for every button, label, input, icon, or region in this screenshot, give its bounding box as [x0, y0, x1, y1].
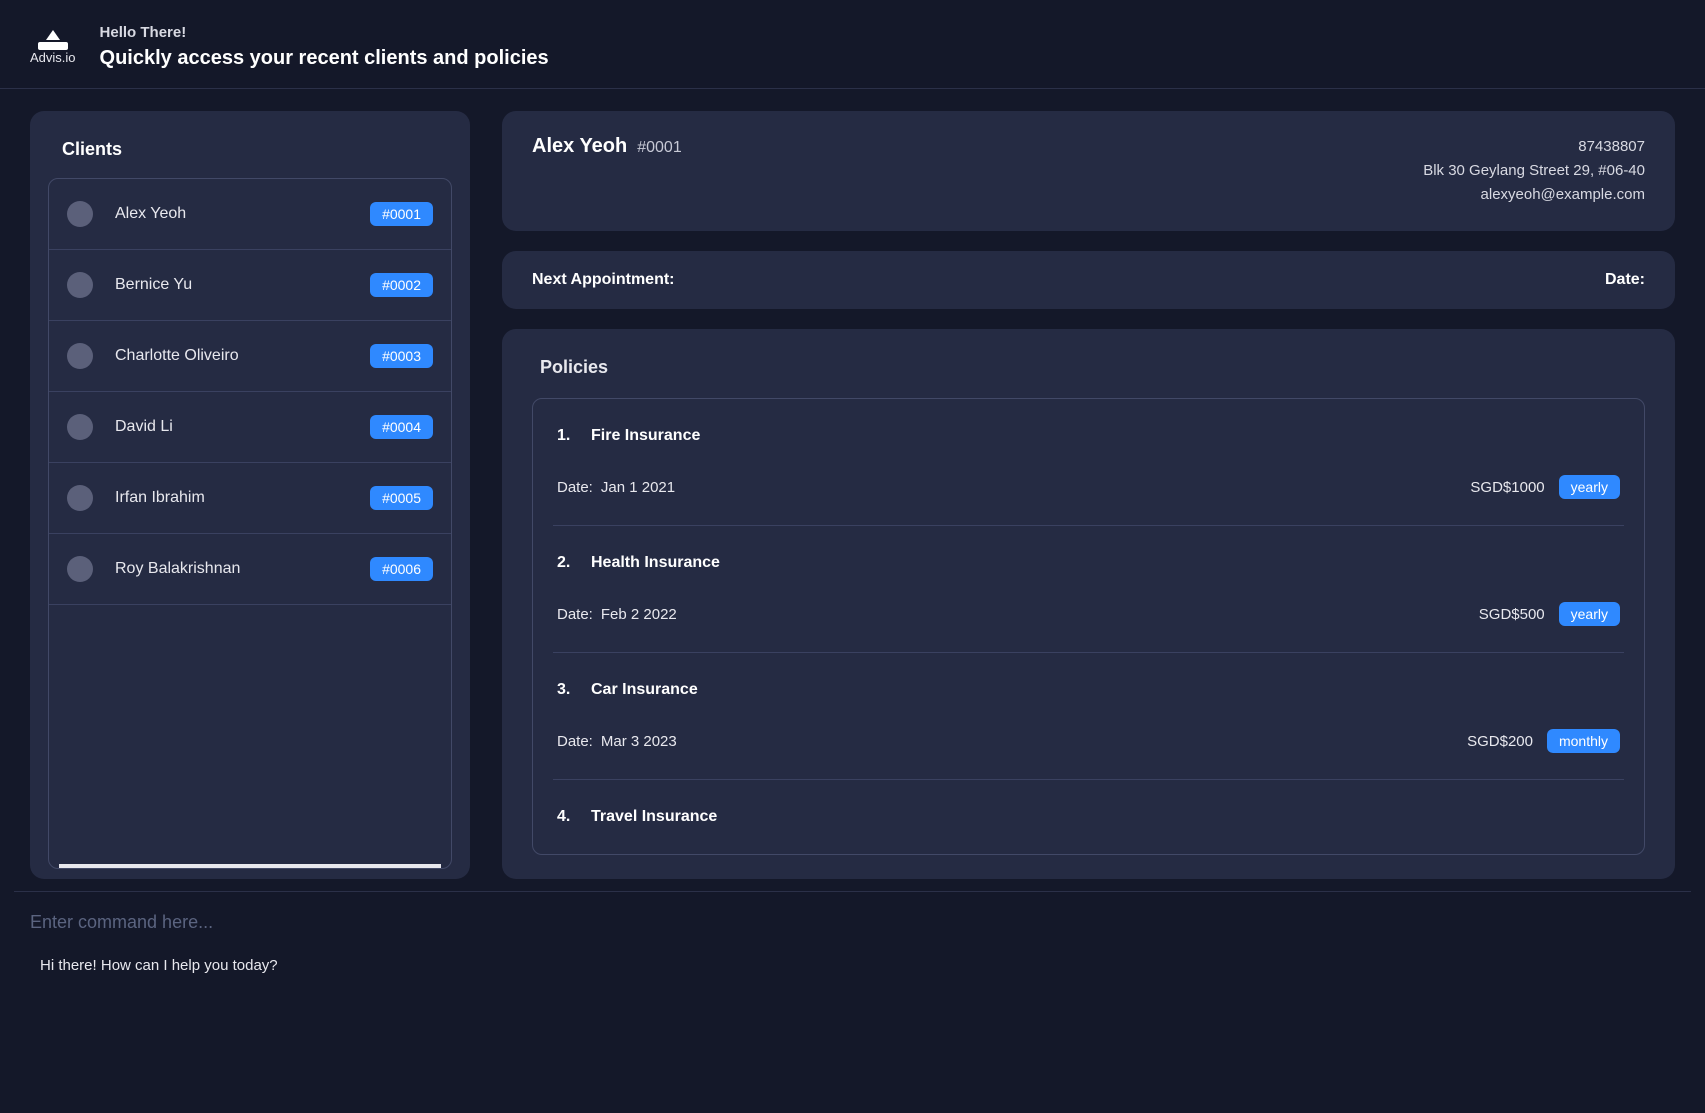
policy-date-label: Date: — [557, 733, 593, 750]
policy-amount: SGD$1000 — [1470, 479, 1544, 496]
policy-amount: SGD$200 — [1467, 733, 1533, 750]
policy-name: Travel Insurance — [591, 808, 717, 826]
avatar — [67, 556, 93, 582]
client-row[interactable]: Roy Balakrishnan #0006 — [49, 534, 451, 605]
app-header: Advis.io Hello There! Quickly access you… — [0, 0, 1705, 89]
client-phone: 87438807 — [1423, 135, 1645, 159]
policy-period-badge: yearly — [1559, 475, 1620, 499]
policy-period-badge: yearly — [1559, 602, 1620, 626]
client-email: alexyeoh@example.com — [1423, 183, 1645, 207]
client-name: Alex Yeoh — [115, 205, 370, 223]
client-row[interactable]: Bernice Yu #0002 — [49, 250, 451, 321]
selected-client-id: #0001 — [637, 139, 682, 157]
command-area: Hi there! How can I help you today? — [0, 892, 1705, 992]
policy-period-badge: monthly — [1547, 729, 1620, 753]
client-id-badge: #0006 — [370, 557, 433, 581]
policy-date: Mar 3 2023 — [601, 733, 677, 750]
command-input[interactable] — [30, 906, 1675, 939]
clients-panel: Clients Alex Yeoh #0001 Bernice Yu #0002… — [30, 111, 470, 879]
appointment-date-label: Date: — [1605, 271, 1645, 288]
client-contact-info: 87438807 Blk 30 Geylang Street 29, #06-4… — [1423, 135, 1645, 207]
policy-index: 1. — [557, 427, 577, 445]
policy-item[interactable]: 2. Health Insurance Date: Feb 2 2022 SGD… — [553, 526, 1624, 653]
policy-date: Jan 1 2021 — [601, 479, 675, 496]
client-name: Roy Balakrishnan — [115, 560, 370, 578]
greeting-subtitle: Quickly access your recent clients and p… — [100, 47, 549, 70]
avatar — [67, 272, 93, 298]
client-name: David Li — [115, 418, 370, 436]
client-header-left: Alex Yeoh #0001 — [532, 135, 682, 158]
greeting-text: Hello There! — [100, 24, 549, 41]
policy-date-label: Date: — [557, 606, 593, 623]
avatar — [67, 414, 93, 440]
client-id-badge: #0003 — [370, 344, 433, 368]
clients-title: Clients — [62, 139, 452, 160]
clients-scroll[interactable]: Alex Yeoh #0001 Bernice Yu #0002 Charlot… — [49, 179, 451, 868]
logo-icon — [36, 30, 70, 52]
main-area: Clients Alex Yeoh #0001 Bernice Yu #0002… — [0, 89, 1705, 879]
client-name: Bernice Yu — [115, 276, 370, 294]
client-row[interactable]: Irfan Ibrahim #0005 — [49, 463, 451, 534]
policy-name: Health Insurance — [591, 554, 720, 572]
client-id-badge: #0005 — [370, 486, 433, 510]
client-name: Charlotte Oliveiro — [115, 347, 370, 365]
policy-item[interactable]: 3. Car Insurance Date: Mar 3 2023 SGD$20… — [553, 653, 1624, 780]
client-id-badge: #0001 — [370, 202, 433, 226]
client-row[interactable]: David Li #0004 — [49, 392, 451, 463]
appointment-label: Next Appointment: — [532, 271, 675, 289]
client-name: Irfan Ibrahim — [115, 489, 370, 507]
avatar — [67, 343, 93, 369]
policy-amount: SGD$500 — [1479, 606, 1545, 623]
selected-client-name: Alex Yeoh — [532, 135, 627, 158]
assistant-message: Hi there! How can I help you today? — [30, 939, 1675, 992]
client-row[interactable]: Charlotte Oliveiro #0003 — [49, 321, 451, 392]
policy-item[interactable]: 1. Fire Insurance Date: Jan 1 2021 SGD$1… — [553, 399, 1624, 526]
client-row[interactable]: Alex Yeoh #0001 — [49, 179, 451, 250]
policies-title: Policies — [540, 357, 1645, 378]
policy-date: Feb 2 2022 — [601, 606, 677, 623]
policies-list[interactable]: 1. Fire Insurance Date: Jan 1 2021 SGD$1… — [532, 398, 1645, 855]
appointment-card: Next Appointment: Date: — [502, 251, 1675, 309]
client-header-card: Alex Yeoh #0001 87438807 Blk 30 Geylang … — [502, 111, 1675, 231]
policies-card: Policies 1. Fire Insurance Date: Jan 1 2… — [502, 329, 1675, 879]
brand-logo: Advis.io — [30, 30, 76, 65]
avatar — [67, 201, 93, 227]
client-id-badge: #0002 — [370, 273, 433, 297]
greeting-block: Hello There! Quickly access your recent … — [100, 24, 549, 70]
policy-index: 2. — [557, 554, 577, 572]
avatar — [67, 485, 93, 511]
client-id-badge: #0004 — [370, 415, 433, 439]
policy-name: Fire Insurance — [591, 427, 700, 445]
detail-column: Alex Yeoh #0001 87438807 Blk 30 Geylang … — [502, 111, 1675, 879]
policy-date-label: Date: — [557, 479, 593, 496]
policy-name: Car Insurance — [591, 681, 698, 699]
policy-index: 4. — [557, 808, 577, 826]
client-address: Blk 30 Geylang Street 29, #06-40 — [1423, 159, 1645, 183]
policy-index: 3. — [557, 681, 577, 699]
clients-list: Alex Yeoh #0001 Bernice Yu #0002 Charlot… — [48, 178, 452, 869]
brand-name: Advis.io — [30, 50, 76, 65]
policy-item[interactable]: 4. Travel Insurance Date: Apr 4 2023 SGD… — [553, 780, 1624, 855]
